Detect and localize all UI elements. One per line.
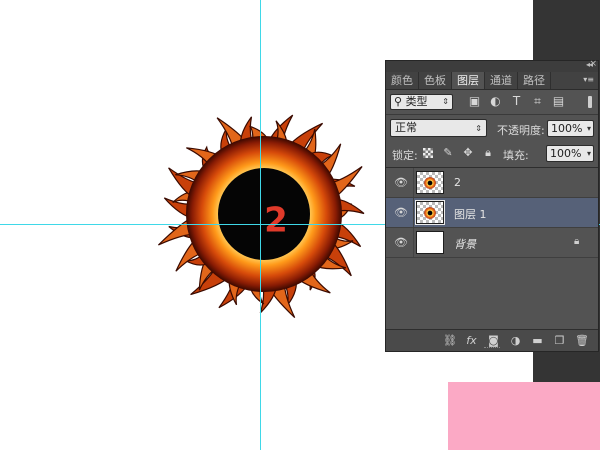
opacity-input[interactable]: 100% ▾: [547, 120, 594, 137]
tab-channels[interactable]: 通道: [485, 72, 518, 89]
lock-label: 锁定:: [392, 149, 418, 162]
filter-toggle[interactable]: [588, 96, 592, 108]
dropdown-arrow-icon[interactable]: ▾: [587, 121, 591, 136]
adjustment-filter-icon[interactable]: ◐: [489, 95, 502, 108]
pink-block: [448, 382, 600, 450]
layer-row-background[interactable]: 👁︎ 背景 🔒︎: [386, 228, 598, 258]
layer-kind-select[interactable]: ⚲ 类型 ⇕: [390, 94, 453, 110]
lock-icons: ✎ ✥ 🔒︎: [422, 147, 494, 159]
vertical-guide[interactable]: [260, 0, 261, 450]
lock-row: 锁定: ✎ ✥ 🔒︎ 填充: 100% ▾: [386, 141, 598, 167]
panel-titlebar[interactable]: ◂◂ ×: [386, 59, 598, 72]
fill-input[interactable]: 100% ▾: [546, 145, 594, 162]
layer-name[interactable]: 2: [454, 176, 461, 189]
eye-icon[interactable]: 👁︎: [394, 237, 408, 249]
eye-icon[interactable]: 👁︎: [394, 177, 408, 189]
filter-row: ⚲ 类型 ⇕ ▣ ◐ T ⌗ ▤: [386, 90, 598, 114]
new-layer-icon[interactable]: ❐: [553, 334, 566, 347]
opacity-value: 100%: [551, 122, 583, 135]
shape-filter-icon[interactable]: ⌗: [531, 95, 544, 108]
divider: [413, 228, 414, 257]
type-filter-icon[interactable]: T: [510, 95, 523, 108]
divider: [413, 198, 414, 227]
opacity-label: 不透明度:: [497, 124, 545, 137]
fire-circle-artwork: 2: [150, 100, 378, 328]
layer-name[interactable]: 背景: [454, 236, 476, 252]
layer-row[interactable]: 👁︎ 2: [386, 168, 598, 198]
layer-name[interactable]: 图层 1: [454, 206, 487, 222]
blend-mode-value: 正常: [395, 121, 417, 134]
eye-icon[interactable]: 👁︎: [394, 207, 408, 219]
folder-icon[interactable]: ▬: [531, 334, 544, 347]
panel-menu-icon[interactable]: ▾≡: [583, 76, 594, 84]
blend-mode-select[interactable]: 正常 ⇕: [390, 119, 487, 137]
lock-image-icon[interactable]: ✎: [442, 147, 454, 159]
trash-icon[interactable]: 🗑︎: [575, 334, 589, 347]
smart-object-filter-icon[interactable]: ▤: [552, 95, 565, 108]
resize-grip[interactable]: [484, 347, 500, 350]
link-icon[interactable]: ⛓: [443, 334, 457, 347]
lock-all-icon[interactable]: 🔒︎: [482, 147, 494, 159]
lock-transparent-icon[interactable]: [422, 147, 434, 159]
layer-thumbnail: [416, 171, 444, 194]
mask-icon[interactable]: ◙: [487, 334, 500, 347]
layer-row-selected[interactable]: 👁︎ 图层 1: [386, 198, 598, 228]
tab-color[interactable]: 颜色: [386, 72, 419, 89]
thumbnail-sun: [424, 177, 436, 189]
fire-circle-svg: 2: [157, 114, 365, 319]
blend-row: 正常 ⇕ 不透明度: 100% ▾: [386, 115, 598, 141]
stepper-icon: ⇕: [442, 97, 449, 106]
fx-icon[interactable]: fx: [465, 334, 478, 347]
panel-bottom-bar: ⛓ fx ◙ ◑ ▬ ❐ 🗑︎: [386, 329, 598, 351]
layer-thumbnail: [416, 231, 444, 254]
tab-swatches[interactable]: 色板: [419, 72, 452, 89]
image-filter-icon[interactable]: ▣: [468, 95, 481, 108]
lock-position-icon[interactable]: ✥: [462, 147, 474, 159]
fill-value: 100%: [550, 147, 582, 160]
layer-thumbnail: [415, 200, 445, 225]
fill-label: 填充:: [503, 149, 529, 162]
close-icon[interactable]: ×: [589, 59, 597, 69]
panel-tabs: 颜色 色板 图层 通道 路径 ▾≡: [386, 72, 598, 90]
adjustment-icon[interactable]: ◑: [509, 334, 522, 347]
layers-panel: ◂◂ × 颜色 色板 图层 通道 路径 ▾≡ ⚲ 类型 ⇕ ▣ ◐ T ⌗ ▤ …: [385, 59, 599, 352]
search-icon: ⚲: [394, 95, 403, 108]
layer-kind-label: 类型: [405, 95, 428, 108]
divider: [413, 168, 414, 197]
dropdown-arrow-icon[interactable]: ▾: [587, 146, 591, 161]
badge-number: 2: [264, 201, 288, 241]
lock-icon: 🔒︎: [574, 236, 580, 247]
tab-paths[interactable]: 路径: [518, 72, 551, 89]
filter-icons: ▣ ◐ T ⌗ ▤: [468, 95, 565, 108]
thumbnail-sun: [424, 207, 436, 219]
stepper-icon: ⇕: [475, 124, 482, 133]
tab-layers[interactable]: 图层: [452, 72, 485, 89]
layers-list: 👁︎ 2 👁︎ 图层 1 👁︎ 背景 🔒︎: [386, 167, 598, 332]
